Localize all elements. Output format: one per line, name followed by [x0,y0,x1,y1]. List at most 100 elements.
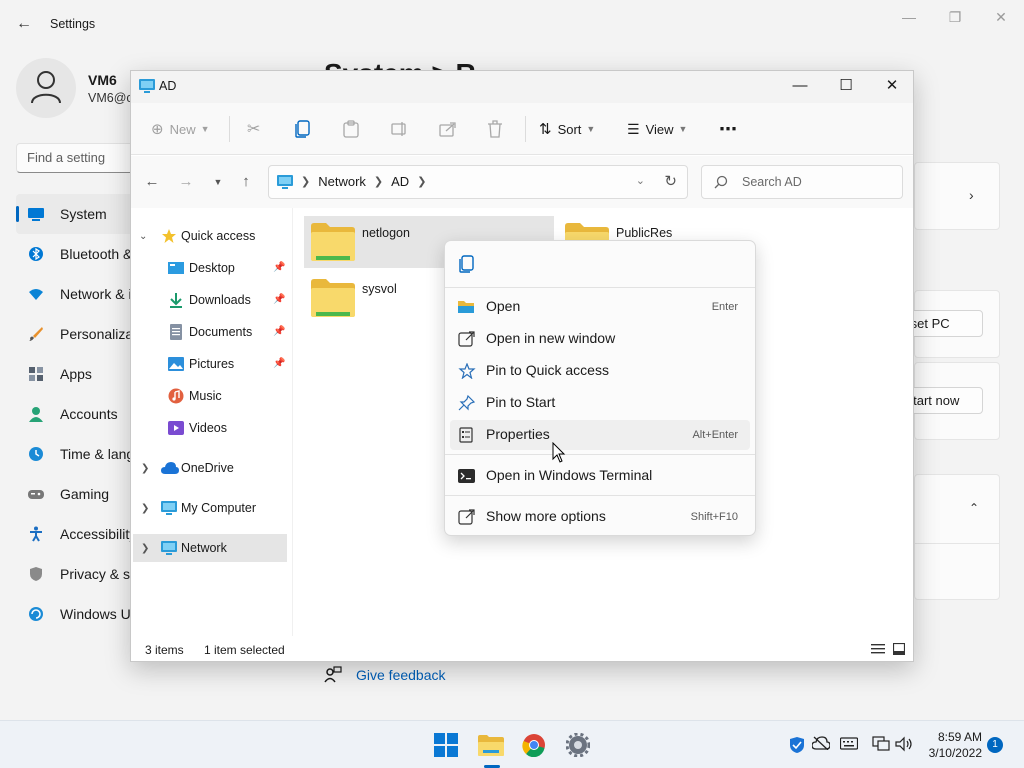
give-feedback[interactable]: Give feedback [324,666,446,684]
breadcrumb-network[interactable]: Network [318,174,366,189]
sort-icon: ⇅ [539,121,552,138]
pictures-folder-icon [168,356,184,375]
sidebar-item-network[interactable]: ❯ Network [133,534,287,562]
menu-item-pin-start[interactable]: Pin to Start [450,388,750,418]
recent-locations-chevron-icon[interactable]: ▼ [207,172,229,192]
nav-item-bluetooth[interactable]: Bluetooth & devices [16,234,130,274]
more-options-icon [458,509,476,525]
divider [915,543,999,544]
menu-item-pin-quick-access[interactable]: Pin to Quick access [450,356,750,386]
share-button[interactable] [439,117,457,141]
chevron-right-icon[interactable]: ❯ [141,463,149,474]
explorer-titlebar[interactable]: AD — ☐ ✕ [131,71,913,103]
new-button[interactable]: ⊕ New ▼ [151,117,210,141]
pin-icon: 📌 [273,326,286,337]
maximize-button[interactable]: ❐ [932,6,978,28]
up-arrow-icon[interactable]: ↑ [235,172,257,192]
chevron-down-icon[interactable]: ⌄ [139,231,147,242]
refresh-icon[interactable]: ↻ [664,172,677,190]
delete-button[interactable] [487,117,503,141]
back-arrow-icon[interactable]: ← [14,14,34,34]
chevron-right-icon[interactable]: ❯ [417,175,426,188]
nav-label: Time & language [60,446,130,462]
nav-item-privacy[interactable]: Privacy & security [16,554,130,594]
menu-label: Open in Windows Terminal [486,467,653,483]
more-options-icon[interactable]: ⋯ [719,117,737,141]
large-icons-view-icon[interactable] [892,642,906,658]
close-button[interactable]: ✕ [869,71,915,101]
nav-item-time-language[interactable]: Time & language [16,434,130,474]
sidebar-item-videos[interactable]: Videos [131,414,291,442]
notification-badge[interactable]: 1 [987,737,1003,753]
clock-date[interactable]: 3/10/2022 [918,746,982,760]
sidebar-item-onedrive[interactable]: ❯ OneDrive [131,454,291,482]
nav-item-accounts[interactable]: Accounts [16,394,130,434]
details-view-icon[interactable] [871,643,885,658]
breadcrumb-ad[interactable]: AD [391,174,409,189]
nav-item-accessibility[interactable]: Accessibility [16,514,130,554]
minimize-button[interactable]: — [777,71,823,101]
sort-button[interactable]: ⇅ Sort ▼ [539,117,595,141]
network-status-icon[interactable] [872,736,890,754]
cut-button[interactable]: ✂ [247,117,260,141]
nav-label: Network & internet [60,286,130,302]
documents-folder-icon [168,324,184,343]
paste-button[interactable] [343,117,359,141]
rename-button[interactable] [391,117,409,141]
chevron-down-icon: ▼ [678,124,688,134]
security-shield-icon[interactable] [788,736,806,754]
menu-label: Properties [486,426,550,442]
restart-card: Restart now [881,362,1000,440]
chevron-up-icon[interactable]: ⌃ [969,501,979,515]
feedback-icon [324,666,342,683]
chrome-icon[interactable] [518,729,550,761]
windows-start-icon[interactable] [430,729,462,761]
copy-action-button[interactable] [459,255,475,276]
address-history-chevron-icon[interactable]: ⌄ [636,174,645,187]
volume-icon[interactable] [895,736,913,754]
menu-item-open-new-window[interactable]: Open in new window [450,324,750,354]
chevron-down-icon: ▼ [200,124,210,134]
menu-item-show-more-options[interactable]: Show more options Shift+F10 [450,502,750,532]
chevron-right-icon[interactable]: ❯ [141,543,149,554]
nav-item-apps[interactable]: Apps [16,354,130,394]
clock-time[interactable]: 8:59 AM [918,730,982,744]
sidebar-label: Desktop [189,261,235,275]
nav-item-personalization[interactable]: Personalization [16,314,130,354]
back-arrow-icon[interactable]: ← [141,172,163,192]
menu-item-properties[interactable]: Properties Alt+Enter [450,420,750,450]
sidebar-item-quick-access[interactable]: ⌄ Quick access [131,222,291,250]
close-button[interactable]: ✕ [978,6,1024,28]
forward-arrow-icon[interactable]: → [175,172,197,192]
settings-card[interactable]: › [914,162,1000,230]
menu-item-windows-terminal[interactable]: Open in Windows Terminal [450,461,750,491]
nav-item-windows-update[interactable]: Windows Update [16,594,130,634]
sidebar-item-pictures[interactable]: Pictures 📌 [131,350,291,378]
view-icon: ☰ [627,120,640,137]
menu-item-open[interactable]: Open Enter [450,292,750,322]
give-feedback-link[interactable]: Give feedback [356,667,446,683]
minimize-button[interactable]: — [886,6,932,28]
chevron-right-icon[interactable]: ❯ [374,175,383,188]
keyboard-icon[interactable] [839,736,859,754]
settings-search-input[interactable]: Find a setting [16,143,136,173]
sidebar-item-documents[interactable]: Documents 📌 [131,318,291,346]
cloud-offline-icon[interactable] [811,736,831,754]
nav-item-gaming[interactable]: Gaming [16,474,130,514]
copy-button[interactable] [295,117,311,141]
star-icon [458,362,476,380]
sidebar-item-downloads[interactable]: Downloads 📌 [131,286,291,314]
chevron-right-icon[interactable]: ❯ [141,503,149,514]
nav-item-network[interactable]: Network & internet [16,274,130,314]
settings-icon[interactable] [562,729,594,761]
view-button[interactable]: ☰ View ▼ [627,117,687,141]
file-explorer-icon[interactable] [475,729,507,761]
search-input[interactable]: Search AD [701,165,903,199]
nav-item-system[interactable]: System [16,194,130,234]
address-bar[interactable]: ❯ Network ❯ AD ❯ ⌄ ↻ [268,165,688,199]
maximize-button[interactable]: ☐ [823,71,869,101]
sidebar-item-my-computer[interactable]: ❯ My Computer [131,494,291,522]
sidebar-item-music[interactable]: Music [131,382,291,410]
sidebar-item-desktop[interactable]: Desktop 📌 [131,254,291,282]
nav-label: System [60,206,107,222]
